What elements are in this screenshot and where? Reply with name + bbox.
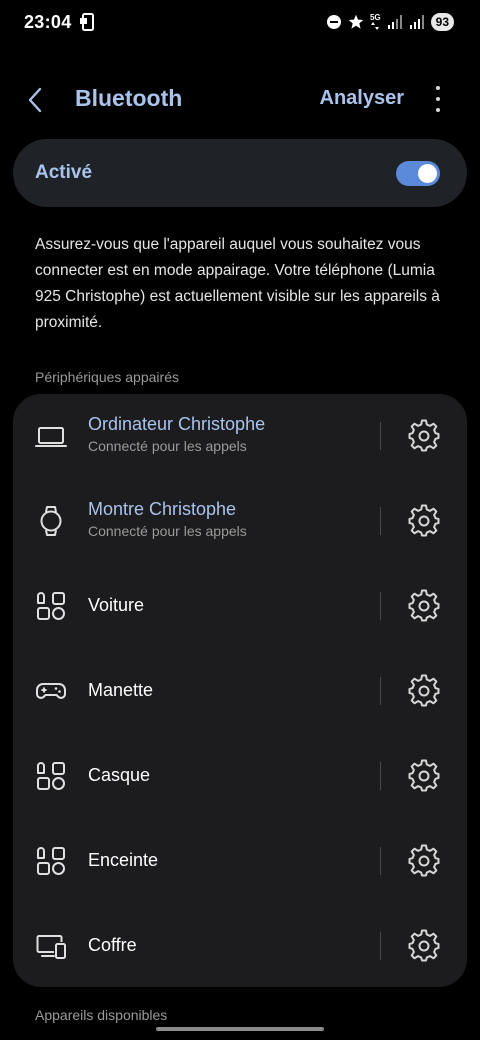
device-text: Enceinte <box>88 850 158 871</box>
signal-icon <box>387 15 402 29</box>
laptop-icon <box>35 427 67 447</box>
device-name: Ordinateur Christophe <box>88 414 266 434</box>
switch-thumb <box>418 164 437 183</box>
more-dot <box>436 86 440 90</box>
device-status: Connecté pour les appels <box>88 438 247 454</box>
device-row-montre[interactable]: Montre Christophe Connecté pour les appe… <box>13 479 467 564</box>
more-dot <box>436 97 440 101</box>
device-name: Coffre <box>88 935 137 955</box>
device-row-manette[interactable]: Manette <box>13 649 467 734</box>
gear-icon[interactable] <box>407 844 441 878</box>
generic-device-icon <box>37 762 65 790</box>
device-row-casque[interactable]: Casque <box>13 734 467 819</box>
paired-devices-header: Périphériques appairés <box>35 369 179 385</box>
device-row-coffre[interactable]: Coffre <box>13 904 467 989</box>
generic-device-icon <box>37 592 65 620</box>
status-icons: 5G 93 <box>326 12 454 32</box>
gear-icon[interactable] <box>407 759 441 793</box>
back-button[interactable] <box>26 82 62 118</box>
device-row-voiture[interactable]: Voiture <box>13 564 467 649</box>
data-arrows-icon <box>371 22 380 30</box>
computer-phone-icon <box>36 935 66 959</box>
device-row-ordinateur[interactable]: Ordinateur Christophe Connecté pour les … <box>13 394 467 479</box>
device-text: Voiture <box>88 595 144 616</box>
gamepad-icon <box>36 683 66 699</box>
gear-icon[interactable] <box>407 929 441 963</box>
watch-icon <box>40 506 62 536</box>
bluetooth-toggle-card[interactable]: Activé <box>13 139 467 207</box>
battery-indicator: 93 <box>430 13 454 31</box>
chevron-left-icon <box>28 87 42 113</box>
divider <box>380 507 381 535</box>
device-text: Montre Christophe Connecté pour les appe… <box>88 499 247 539</box>
star-icon <box>348 14 364 29</box>
more-dot <box>436 108 440 112</box>
divider <box>380 592 381 620</box>
analyze-button[interactable]: Analyser <box>320 87 405 110</box>
device-text: Casque <box>88 765 150 786</box>
notification-icon <box>80 13 94 31</box>
divider <box>380 932 381 960</box>
divider <box>380 762 381 790</box>
divider <box>380 677 381 705</box>
device-row-enceinte[interactable]: Enceinte <box>13 819 467 904</box>
page-title: Bluetooth <box>75 85 183 111</box>
gear-icon[interactable] <box>407 419 441 453</box>
device-status: Connecté pour les appels <box>88 523 247 539</box>
device-text: Coffre <box>88 935 137 956</box>
device-name: Voiture <box>88 595 145 615</box>
paired-devices-list: Ordinateur Christophe Connecté pour les … <box>13 394 467 987</box>
divider <box>380 422 381 450</box>
device-name: Manette <box>88 680 154 700</box>
home-indicator[interactable] <box>156 1027 324 1031</box>
more-options-button[interactable] <box>432 86 444 112</box>
toggle-label: Activé <box>35 162 93 183</box>
do-not-disturb-icon <box>326 15 341 29</box>
device-name: Casque <box>88 765 151 785</box>
status-bar: 23:04 5G 93 <box>0 0 480 44</box>
device-name: Enceinte <box>88 850 159 870</box>
divider <box>380 847 381 875</box>
visibility-description: Assurez-vous que l'appareil auquel vous … <box>35 236 440 331</box>
gear-icon[interactable] <box>407 504 441 538</box>
signal-icon-2 <box>409 15 424 29</box>
available-devices-header: Appareils disponibles <box>35 1007 168 1023</box>
gear-icon[interactable] <box>407 589 441 623</box>
bluetooth-switch[interactable] <box>396 161 440 186</box>
device-text: Manette <box>88 680 153 701</box>
gear-icon[interactable] <box>407 674 441 708</box>
network-type: 5G <box>370 14 381 30</box>
status-time: 23:04 <box>24 12 72 32</box>
device-name: Montre Christophe <box>88 499 237 519</box>
device-text: Ordinateur Christophe Connecté pour les … <box>88 414 265 454</box>
generic-device-icon <box>37 847 65 875</box>
